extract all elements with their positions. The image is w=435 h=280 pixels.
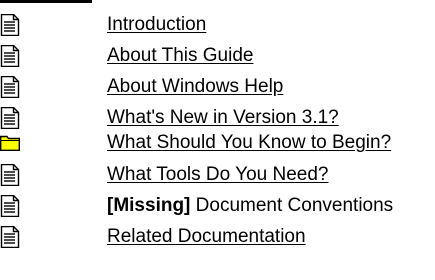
document-icon[interactable] <box>0 76 20 98</box>
toc-link-introduction[interactable]: Introduction <box>107 14 206 36</box>
missing-tag: [Missing] <box>107 195 191 216</box>
document-icon[interactable] <box>0 14 20 36</box>
folder-icon[interactable] <box>0 132 20 154</box>
toc-item-about-this-guide[interactable]: About This Guide <box>0 45 435 75</box>
toc-link-what-tools[interactable]: What Tools Do You Need? <box>107 164 328 186</box>
toc-item-what-should-you-know[interactable]: What Should You Know to Begin? <box>0 132 435 162</box>
document-icon[interactable] <box>0 107 20 129</box>
toc-link-related-documentation[interactable]: Related Documentation <box>107 226 306 248</box>
header-bar <box>0 0 92 3</box>
toc-link-about-windows-help[interactable]: About Windows Help <box>107 76 283 98</box>
toc-item-about-windows-help[interactable]: About Windows Help <box>0 76 435 106</box>
document-icon <box>0 195 20 217</box>
toc-link-what-should-you-know[interactable]: What Should You Know to Begin? <box>107 132 391 154</box>
document-icon[interactable] <box>0 45 20 67</box>
toc-link-whats-new[interactable]: What's New in Version 3.1? <box>107 107 339 129</box>
toc-item-document-conventions: [Missing] Document Conventions <box>0 195 435 225</box>
toc-label-document-conventions: Document Conventions <box>195 195 394 216</box>
toc-item-introduction[interactable]: Introduction <box>0 14 435 44</box>
document-icon[interactable] <box>0 226 20 248</box>
toc-text-document-conventions: [Missing] Document Conventions <box>107 195 393 217</box>
document-icon[interactable] <box>0 164 20 186</box>
toc-item-what-tools[interactable]: What Tools Do You Need? <box>0 164 435 194</box>
toc-item-related-documentation[interactable]: Related Documentation <box>0 226 435 256</box>
toc-link-about-this-guide[interactable]: About This Guide <box>107 45 253 67</box>
